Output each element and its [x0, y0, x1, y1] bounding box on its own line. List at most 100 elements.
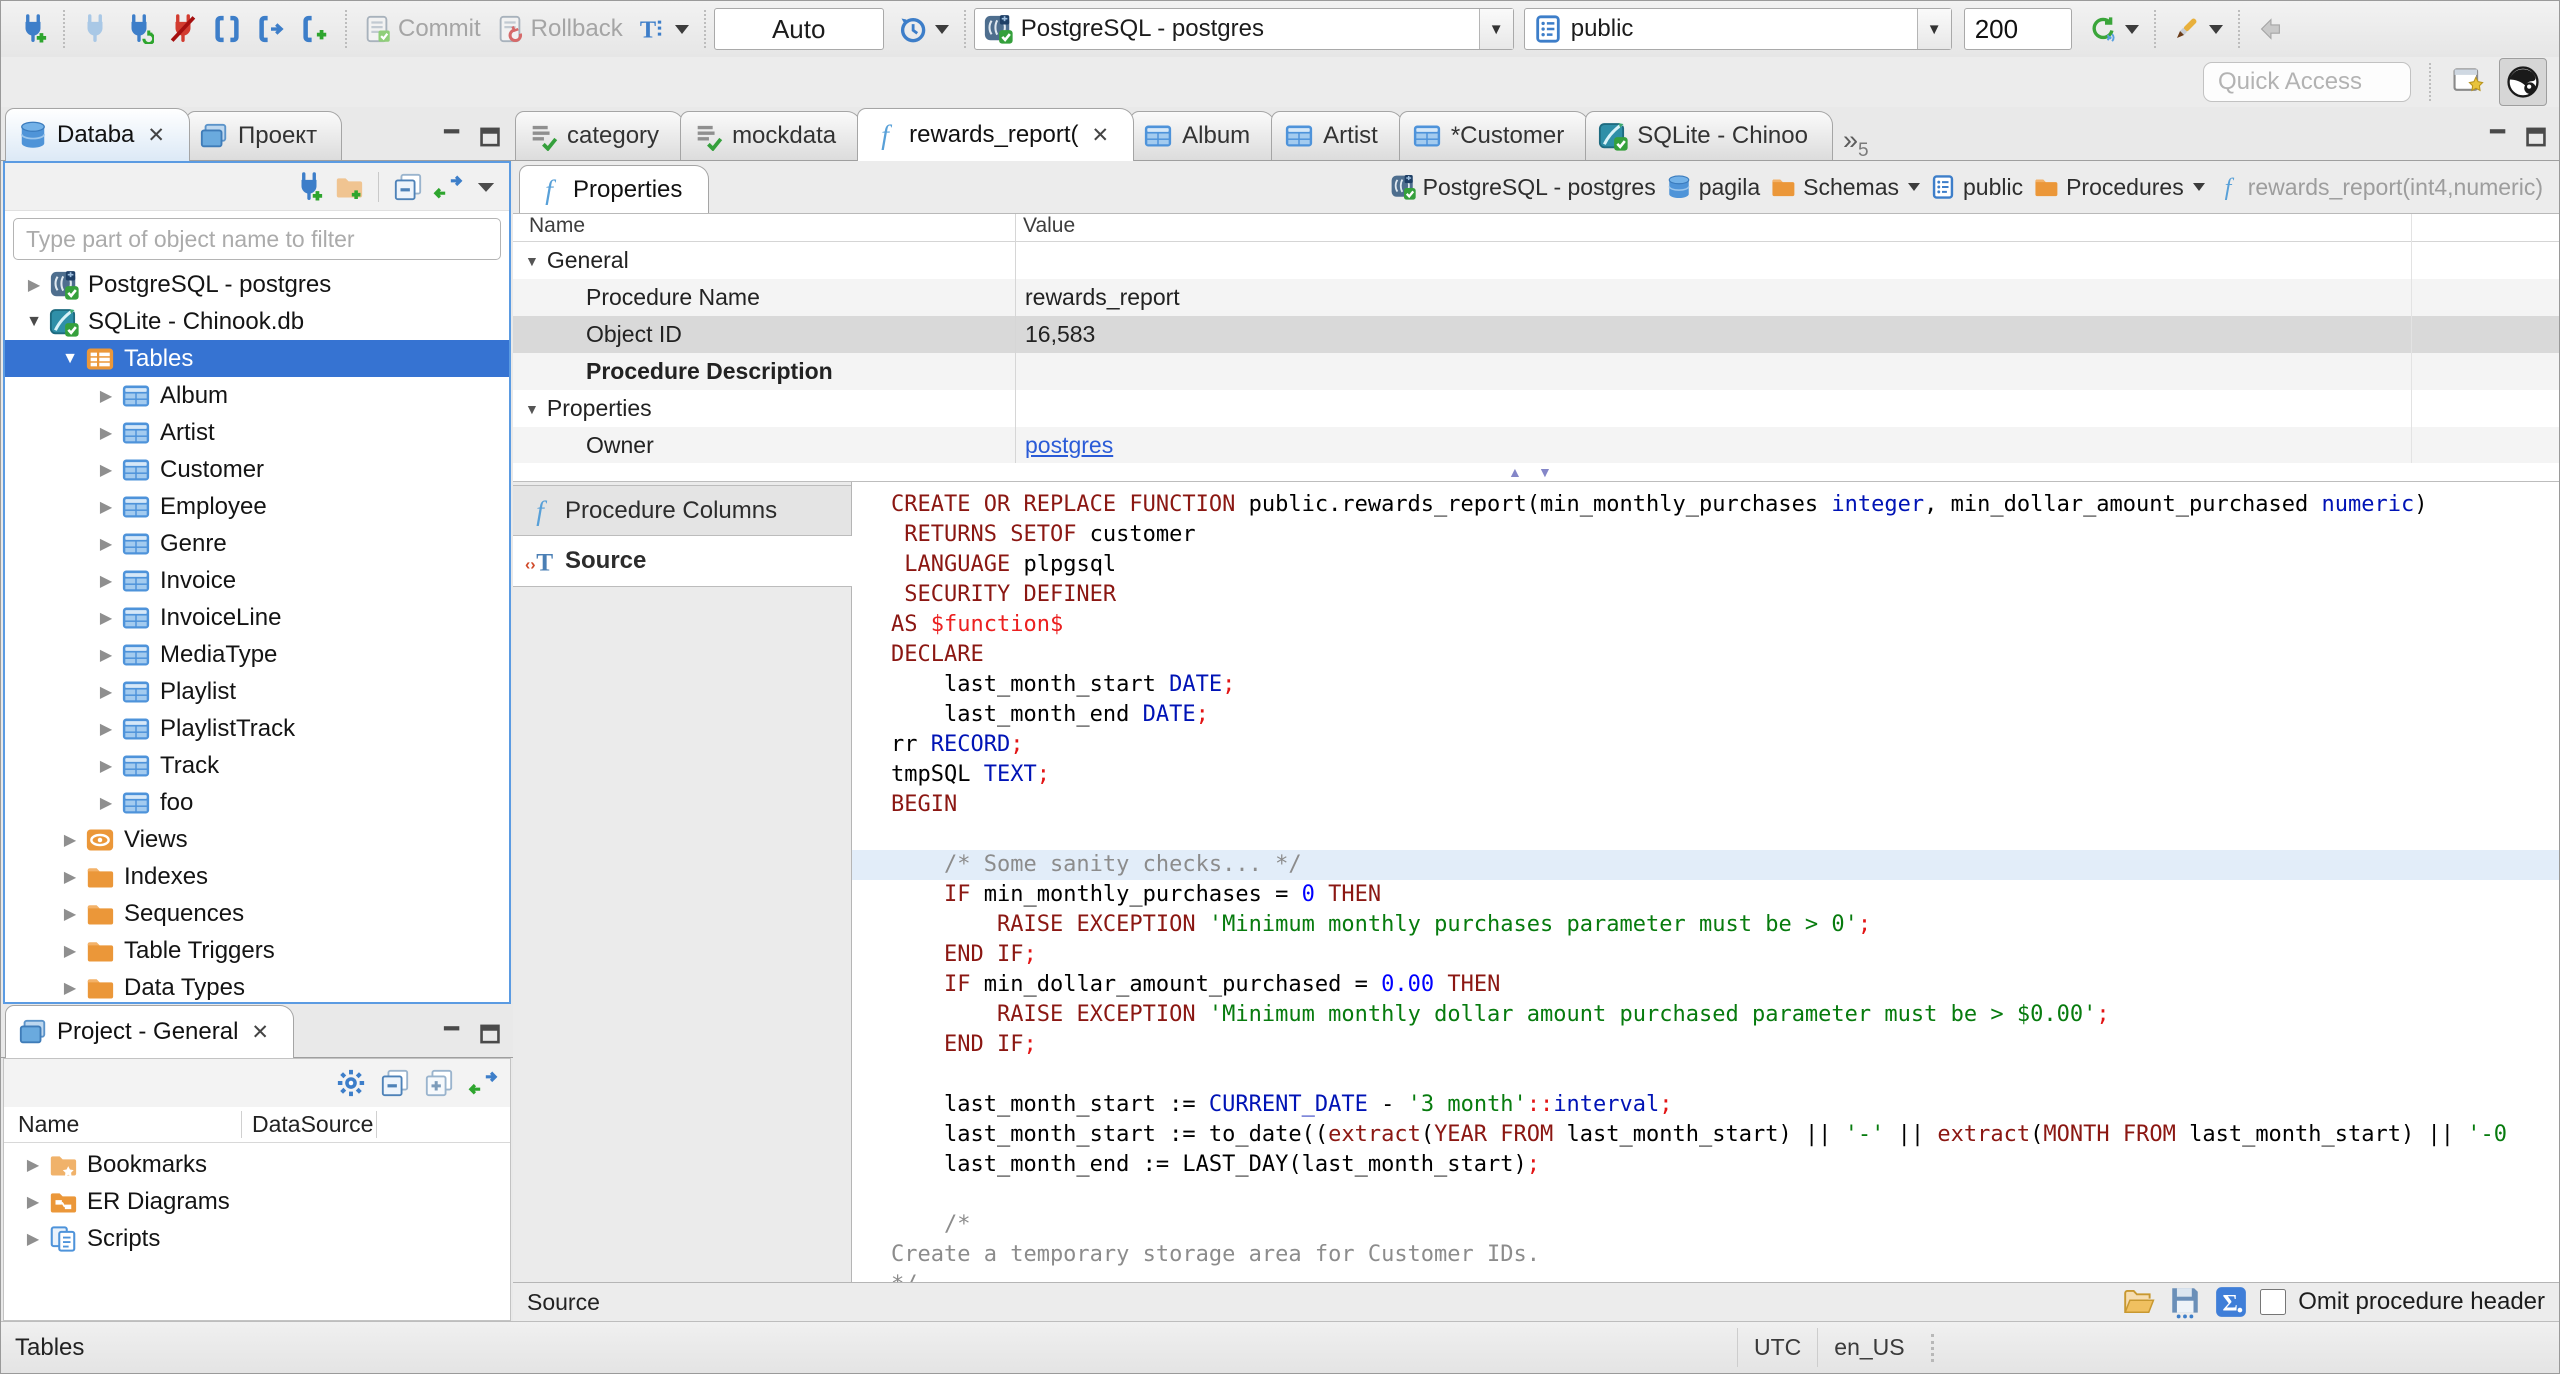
tree-item-mediatype[interactable]: ▶ MediaType — [5, 636, 509, 673]
editor-tab-album[interactable]: Album — [1130, 111, 1276, 160]
highlight-pen-button[interactable] — [2164, 10, 2230, 48]
collapse-arrow-icon[interactable]: ▼ — [55, 350, 85, 368]
editor-tab-sqlite-chinoo[interactable]: SQLite - Chinoo — [1585, 111, 1833, 160]
hidden-tabs-chip[interactable]: » 5 — [1843, 119, 1869, 161]
tree-item-sequences[interactable]: ▶ Sequences — [5, 895, 509, 932]
tree-item-employee[interactable]: ▶ Employee — [5, 488, 509, 525]
tab-properties[interactable]: f Properties — [519, 165, 710, 213]
collapse-all-icon[interactable] — [393, 172, 423, 202]
editor-tab-customer[interactable]: *Customer — [1398, 111, 1590, 160]
editor-tab-category[interactable]: category — [515, 111, 685, 160]
dropdown-arrow-icon[interactable]: ▼ — [1916, 9, 1951, 49]
timezone-indicator[interactable]: UTC — [1737, 1328, 1817, 1367]
property-row-object-id[interactable]: Object ID 16,583 — [513, 316, 2559, 353]
collapse-arrow-icon[interactable]: ▼ — [525, 401, 539, 417]
connect-button[interactable] — [73, 10, 117, 48]
expand-arrow-icon[interactable]: ▶ — [55, 978, 85, 998]
property-row-procedure-name[interactable]: Procedure Name rewards_report — [513, 279, 2559, 316]
expand-arrow-icon[interactable]: ▶ — [91, 608, 121, 628]
sash-up-icon[interactable]: ▲ — [1508, 464, 1522, 480]
breadcrumb-item-schemas[interactable]: Schemas — [1770, 174, 1920, 201]
expand-arrow-icon[interactable]: ▶ — [55, 941, 85, 961]
new-folder-icon[interactable] — [334, 172, 364, 202]
gear-icon[interactable] — [336, 1068, 366, 1098]
tree-item-foo[interactable]: ▶ foo — [5, 784, 509, 821]
tree-item-album[interactable]: ▶ Album — [5, 377, 509, 414]
back-button[interactable] — [2248, 10, 2292, 48]
subtab-source[interactable]: ‹› T Source — [513, 536, 852, 587]
open-sql-editor-button[interactable] — [293, 10, 337, 48]
sql-editor-button[interactable] — [205, 10, 249, 48]
commit-mode-select[interactable]: Auto — [713, 8, 884, 50]
breadcrumb-item-public[interactable]: public — [1930, 174, 2023, 201]
grid-header-value[interactable]: Value — [1015, 214, 1075, 241]
transaction-log-button[interactable]: T — [630, 10, 696, 48]
omit-header-checkbox[interactable] — [2260, 1289, 2287, 1315]
new-sql-editor-button[interactable] — [249, 10, 293, 48]
editor-tab-mockdata[interactable]: mockdata — [680, 111, 862, 160]
collapse-all-icon[interactable] — [380, 1068, 410, 1098]
fetch-size-input[interactable] — [1963, 8, 2072, 50]
tree-item-artist[interactable]: ▶ Artist — [5, 414, 509, 451]
tree-item-data-types[interactable]: ▶ Data Types — [5, 969, 509, 1002]
editor-tab-artist[interactable]: Artist — [1271, 111, 1403, 160]
auto-refresh-button[interactable] — [2080, 10, 2146, 48]
property-value[interactable]: postgres — [1015, 432, 1113, 459]
expand-arrow-icon[interactable]: ▶ — [55, 867, 85, 887]
property-row-procedure-description[interactable]: Procedure Description — [513, 353, 2559, 390]
property-row-general[interactable]: ▼ General — [513, 242, 2559, 279]
sql-console-icon[interactable]: Σ — [2214, 1285, 2248, 1319]
splitter-sash[interactable]: ▲ ▼ — [513, 463, 2559, 481]
open-perspective-button[interactable] — [2449, 60, 2489, 105]
column-divider[interactable] — [2411, 214, 2412, 463]
tree-item-invoice[interactable]: ▶ Invoice — [5, 562, 509, 599]
tree-item-sqlite-chinook-db[interactable]: ▼ SQLite - Chinook.db — [5, 303, 509, 340]
history-dropdown-button[interactable] — [890, 10, 956, 48]
project-item-bookmarks[interactable]: ▶ Bookmarks — [4, 1146, 510, 1183]
tree-item-playlisttrack[interactable]: ▶ PlaylistTrack — [5, 710, 509, 747]
expand-all-icon[interactable] — [424, 1068, 454, 1098]
expand-arrow-icon[interactable]: ▶ — [91, 460, 121, 480]
project-item-scripts[interactable]: ▶ Scripts — [4, 1220, 510, 1257]
expand-arrow-icon[interactable]: ▶ — [19, 275, 49, 295]
tree-item-views[interactable]: ▶ Views — [5, 821, 509, 858]
new-connection-button[interactable] — [11, 10, 55, 48]
chevron-down-icon[interactable] — [2192, 183, 2205, 191]
column-header-datasource[interactable]: DataSource — [242, 1111, 377, 1138]
connection-select[interactable]: PostgreSQL - postgres ▼ — [973, 8, 1514, 50]
view-tab-databa[interactable]: Databa ✕ — [5, 108, 190, 161]
expand-arrow-icon[interactable]: ▶ — [91, 497, 121, 517]
tab-project-general[interactable]: Project - General ✕ — [5, 1005, 295, 1058]
new-connection-icon[interactable] — [294, 171, 324, 202]
tree-item-genre[interactable]: ▶ Genre — [5, 525, 509, 562]
breadcrumb-item-pagila[interactable]: pagila — [1666, 174, 1760, 201]
expand-arrow-icon[interactable]: ▶ — [18, 1229, 48, 1249]
project-item-er-diagrams[interactable]: ▶ ER Diagrams — [4, 1183, 510, 1220]
save-to-file-icon[interactable] — [2168, 1285, 2202, 1319]
tree-item-tables[interactable]: ▼ Tables — [5, 340, 509, 377]
expand-arrow-icon[interactable]: ▶ — [91, 386, 121, 406]
view-tab-проект[interactable]: Проект — [186, 111, 343, 160]
tree-item-track[interactable]: ▶ Track — [5, 747, 509, 784]
minimize-icon[interactable] — [439, 124, 465, 150]
maximize-icon[interactable] — [2523, 124, 2549, 150]
expand-arrow-icon[interactable]: ▶ — [91, 571, 121, 591]
expand-arrow-icon[interactable]: ▶ — [91, 756, 121, 776]
minimize-icon[interactable] — [2485, 124, 2511, 150]
tree-item-indexes[interactable]: ▶ Indexes — [5, 858, 509, 895]
column-header-name[interactable]: Name — [4, 1111, 242, 1138]
expand-arrow-icon[interactable]: ▶ — [55, 830, 85, 850]
load-from-file-icon[interactable] — [2122, 1285, 2156, 1319]
close-icon[interactable]: ✕ — [147, 123, 165, 148]
tree-item-invoiceline[interactable]: ▶ InvoiceLine — [5, 599, 509, 636]
expand-arrow-icon[interactable]: ▶ — [91, 793, 121, 813]
chevron-down-icon[interactable] — [1907, 183, 1920, 191]
maximize-icon[interactable] — [477, 124, 503, 150]
column-divider[interactable] — [1015, 214, 1016, 463]
object-filter-input[interactable] — [13, 218, 501, 260]
property-row-owner[interactable]: Owner postgres — [513, 427, 2559, 464]
expand-arrow-icon[interactable]: ▶ — [91, 534, 121, 554]
expand-arrow-icon[interactable]: ▶ — [18, 1192, 48, 1212]
link-editor-icon[interactable] — [468, 1068, 498, 1098]
breadcrumb-item-postgresql-postgres[interactable]: PostgreSQL - postgres — [1390, 174, 1656, 201]
